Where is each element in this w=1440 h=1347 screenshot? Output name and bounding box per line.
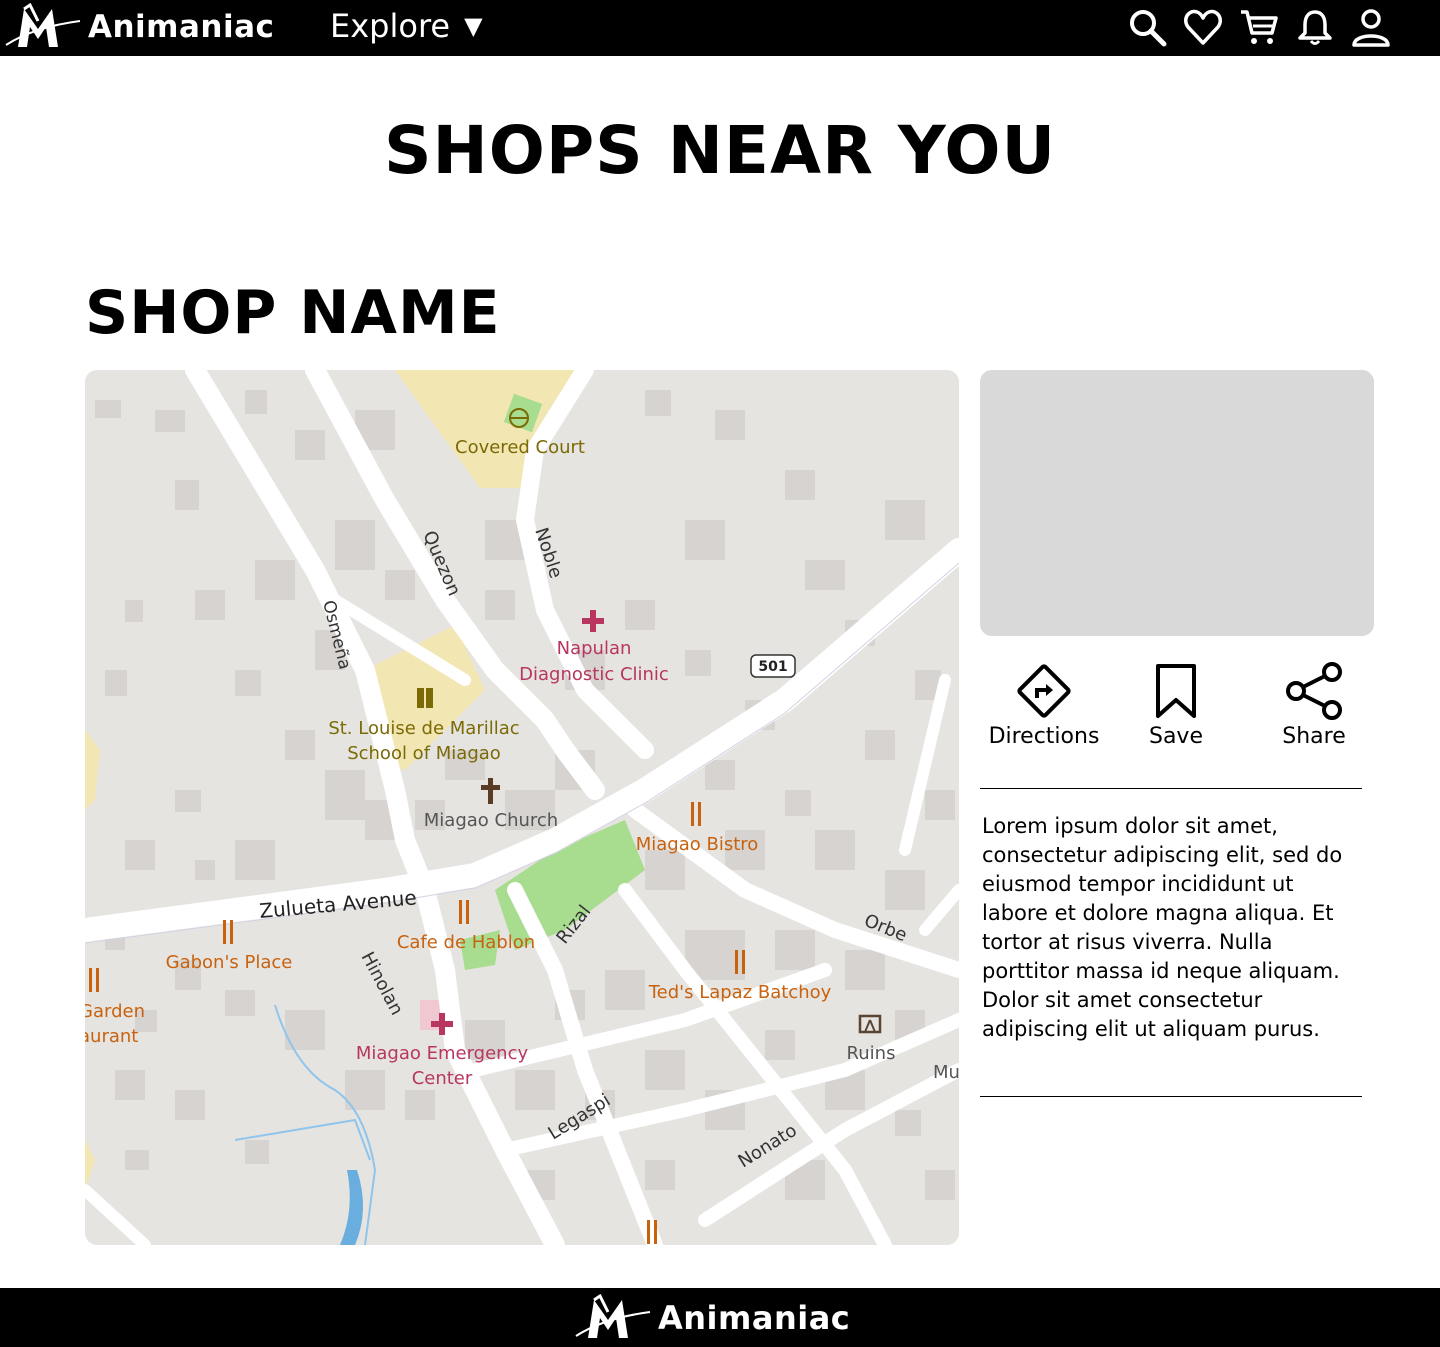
share-button[interactable]: Share <box>1266 660 1362 749</box>
map-label-garden-line2: aurant <box>85 1026 138 1047</box>
bookmark-icon <box>1156 664 1196 718</box>
map-label-garden: Garden <box>85 1001 145 1022</box>
map-label-school-line2: School of Miagao <box>347 743 501 764</box>
restaurant-icon <box>459 900 469 924</box>
shop-actions: Directions Save Share <box>980 660 1374 760</box>
ruins-icon <box>858 1014 882 1034</box>
shop-photo-placeholder <box>980 370 1374 636</box>
map-label-school: St. Louise de Marillac <box>328 718 519 739</box>
footer-brand[interactable]: Animaniac <box>574 1293 850 1343</box>
map-label-mu: Mu <box>933 1062 959 1083</box>
directions-button[interactable]: Directions <box>980 660 1108 749</box>
save-button[interactable]: Save <box>1128 660 1224 749</box>
restaurant-icon <box>89 968 99 992</box>
map-label-napulan-clinic: Diagnostic Clinic <box>519 664 669 685</box>
animaniac-logo-icon <box>575 1294 651 1338</box>
explore-label: Explore <box>330 7 451 45</box>
save-label: Save <box>1148 724 1203 749</box>
shop-description: Lorem ipsum dolor sit amet, consectetur … <box>982 814 1343 1041</box>
map-label-covered-court: Covered Court <box>455 437 585 458</box>
map-label-ruins: Ruins <box>847 1043 896 1064</box>
route-shield-icon: 501 <box>750 654 796 678</box>
directions-label: Directions <box>988 724 1100 749</box>
map-label-emergency-line2: Center <box>412 1068 473 1089</box>
map-label-teds: Ted's Lapaz Batchoy <box>648 982 832 1003</box>
clinic-icon <box>582 610 604 632</box>
map-label-emergency: Miagao Emergency <box>356 1043 529 1064</box>
user-icon[interactable] <box>1350 6 1392 48</box>
footer-brand-name: Animaniac <box>658 1299 851 1337</box>
map-label-hinolan: Hinolan <box>357 948 408 1018</box>
map-label-napulan: Napulan <box>557 638 632 659</box>
brand-name: Animaniac <box>88 9 275 45</box>
divider-bottom <box>980 1096 1362 1097</box>
map-label-bistro: Miagao Bistro <box>636 834 759 855</box>
heart-icon[interactable] <box>1182 6 1224 48</box>
footer: Animaniac <box>0 1288 1440 1347</box>
share-icon <box>1286 662 1342 720</box>
map-label-cafe: Cafe de Hablon <box>397 932 535 953</box>
school-icon <box>417 688 433 708</box>
map-label-church: Miagao Church <box>424 810 558 831</box>
caret-down-icon: ▼ <box>464 12 483 40</box>
nav-icons <box>1126 6 1392 48</box>
shop-name: SHOP NAME <box>85 278 501 348</box>
church-icon <box>481 778 500 804</box>
page-title: SHOPS NEAR YOU <box>383 112 1057 189</box>
animaniac-logo-icon <box>5 3 81 47</box>
map-label-route: 501 <box>758 659 787 675</box>
shop-map[interactable]: 501 Covered Court Quezon Noble Osmeña Na… <box>85 370 959 1245</box>
bell-icon[interactable] <box>1294 6 1336 48</box>
share-label: Share <box>1282 724 1346 749</box>
restaurant-icon <box>691 802 701 826</box>
divider-top <box>980 788 1362 789</box>
brand-logo[interactable]: Animaniac <box>4 2 274 52</box>
top-nav: Animaniac Explore ▼ <box>0 0 1440 56</box>
explore-menu[interactable]: Explore ▼ <box>330 4 483 48</box>
cart-icon[interactable] <box>1238 6 1280 48</box>
search-icon[interactable] <box>1126 6 1168 48</box>
directions-icon <box>1017 664 1071 718</box>
map-label-gabon: Gabon's Place <box>166 952 293 973</box>
